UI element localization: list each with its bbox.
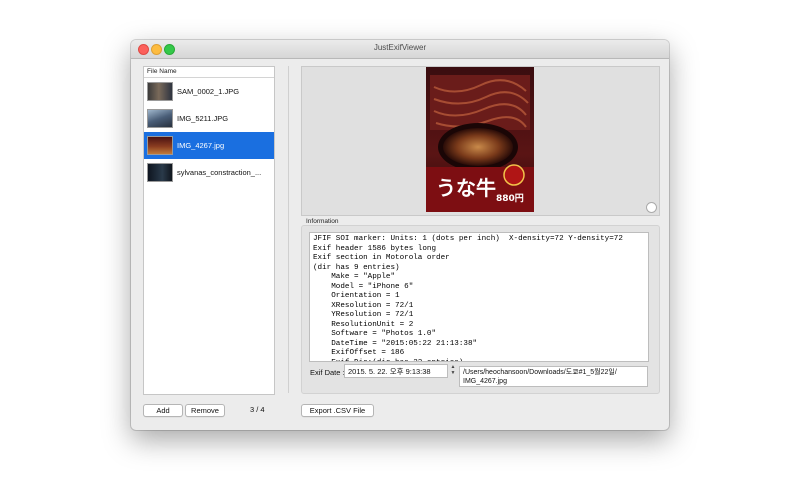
- file-list[interactable]: File Name SAM_0002_1.JPG IMG_5211.JPG IM…: [143, 66, 275, 395]
- remove-button[interactable]: Remove: [185, 404, 225, 417]
- exif-date-field[interactable]: 2015. 5. 22. 오후 9:13:38: [344, 364, 448, 378]
- file-name-label: IMG_4267.jpg: [177, 141, 225, 150]
- file-list-item-selected[interactable]: IMG_4267.jpg: [144, 132, 274, 159]
- export-csv-button[interactable]: Export .CSV File: [301, 404, 374, 417]
- image-thumbnail-icon: [147, 109, 173, 128]
- poster-title-text: うな牛: [436, 176, 496, 200]
- file-list-item[interactable]: SAM_0002_1.JPG: [144, 78, 274, 105]
- image-thumbnail-icon: [147, 82, 173, 101]
- file-path-line: /Users/heochansoon/Downloads/도쿄#1_5월22일/: [463, 369, 617, 376]
- image-thumbnail-icon: [147, 163, 173, 182]
- poster-image: うな牛 880円: [426, 67, 534, 212]
- window-title: JustExifViewer: [373, 43, 427, 52]
- file-path-field[interactable]: /Users/heochansoon/Downloads/도쿄#1_5월22일/…: [459, 366, 648, 387]
- file-list-item[interactable]: IMG_5211.JPG: [144, 105, 274, 132]
- file-name-label: SAM_0002_1.JPG: [177, 87, 240, 96]
- image-preview: うな牛 880円: [301, 66, 660, 216]
- file-list-item[interactable]: sylvanas_constraction_...: [144, 159, 274, 186]
- stepper-down-icon[interactable]: ▼: [449, 370, 457, 376]
- image-thumbnail-icon: [147, 136, 173, 155]
- exif-date-label: Exif Date :: [310, 368, 345, 377]
- file-name-column-header[interactable]: File Name: [144, 67, 274, 78]
- exif-information-text: JFIF SOI marker: Units: 1 (dots per inch…: [313, 235, 623, 361]
- split-view-divider[interactable]: [288, 66, 289, 393]
- title-bar: JustExifViewer: [131, 40, 669, 59]
- exif-information-textview[interactable]: JFIF SOI marker: Units: 1 (dots per inch…: [309, 232, 649, 362]
- file-counter: 3 / 4: [250, 405, 265, 414]
- poster-price-text: 880円: [496, 193, 524, 204]
- preview-resize-handle[interactable]: [646, 202, 657, 213]
- add-button[interactable]: Add: [143, 404, 183, 417]
- file-name-label: sylvanas_constraction_...: [177, 168, 262, 177]
- information-group-label: Information: [306, 218, 339, 225]
- app-window: JustExifViewer File Name SAM_0002_1.JPG …: [131, 40, 669, 430]
- preview-photo: うな牛 880円: [426, 67, 534, 212]
- file-path-line: IMG_4267.jpg: [463, 378, 507, 385]
- file-name-label: IMG_5211.JPG: [177, 114, 229, 123]
- exif-date-stepper[interactable]: ▲ ▼: [449, 364, 457, 378]
